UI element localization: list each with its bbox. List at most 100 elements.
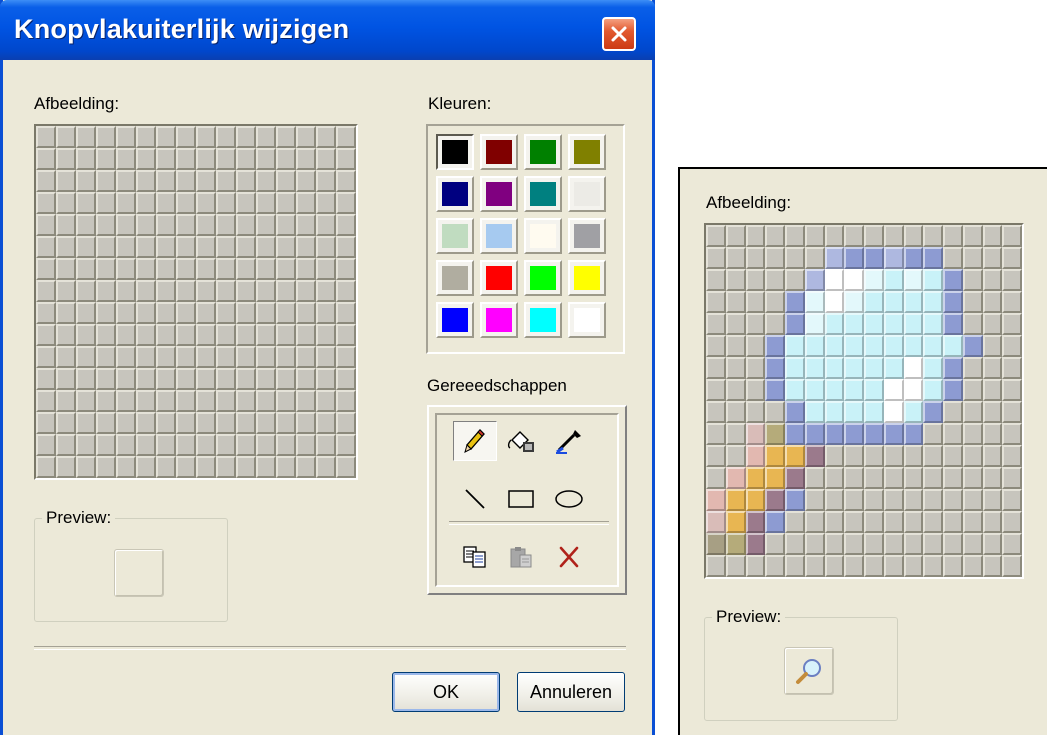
pixel-cell[interactable]: [116, 390, 136, 412]
pixel-cell[interactable]: [176, 434, 196, 456]
pixel-cell[interactable]: [116, 368, 136, 390]
pixel-cell[interactable]: [296, 368, 316, 390]
pixel-cell[interactable]: [336, 236, 356, 258]
pixel-cell[interactable]: [156, 214, 176, 236]
pixel-cell[interactable]: [296, 456, 316, 478]
pixel-cell[interactable]: [76, 434, 96, 456]
pixel-cell[interactable]: [256, 346, 276, 368]
pixel-cell[interactable]: [36, 412, 56, 434]
paste-tool[interactable]: [499, 537, 543, 577]
pixel-cell[interactable]: [96, 258, 116, 280]
pixel-cell[interactable]: [96, 192, 116, 214]
pixel-cell[interactable]: [256, 236, 276, 258]
pixel-cell[interactable]: [276, 236, 296, 258]
pixel-cell[interactable]: [36, 368, 56, 390]
pixel-cell[interactable]: [96, 280, 116, 302]
pixel-cell[interactable]: [296, 346, 316, 368]
pixel-cell[interactable]: [336, 258, 356, 280]
pixel-cell[interactable]: [316, 346, 336, 368]
pixel-cell[interactable]: [236, 258, 256, 280]
pixel-cell[interactable]: [36, 148, 56, 170]
pixel-cell[interactable]: [276, 302, 296, 324]
pixel-cell[interactable]: [316, 412, 336, 434]
pixel-cell[interactable]: [116, 280, 136, 302]
pixel-cell[interactable]: [56, 192, 76, 214]
pixel-cell[interactable]: [216, 148, 236, 170]
pixel-cell[interactable]: [236, 390, 256, 412]
pixel-cell[interactable]: [56, 258, 76, 280]
pixel-cell[interactable]: [336, 324, 356, 346]
pixel-cell[interactable]: [36, 170, 56, 192]
pixel-cell[interactable]: [36, 324, 56, 346]
pixel-cell[interactable]: [76, 324, 96, 346]
pixel-cell[interactable]: [116, 214, 136, 236]
pixel-cell[interactable]: [116, 434, 136, 456]
pixel-cell[interactable]: [236, 346, 256, 368]
pixel-cell[interactable]: [236, 324, 256, 346]
pixel-cell[interactable]: [136, 126, 156, 148]
pixel-cell[interactable]: [196, 148, 216, 170]
pixel-cell[interactable]: [196, 456, 216, 478]
pixel-cell[interactable]: [116, 302, 136, 324]
pixel-cell[interactable]: [276, 412, 296, 434]
pixel-cell[interactable]: [196, 126, 216, 148]
pixel-cell[interactable]: [276, 170, 296, 192]
pixel-cell[interactable]: [136, 214, 156, 236]
pixel-cell[interactable]: [236, 236, 256, 258]
pixel-cell[interactable]: [176, 170, 196, 192]
pixel-cell[interactable]: [336, 214, 356, 236]
pixel-cell[interactable]: [76, 412, 96, 434]
pixel-cell[interactable]: [196, 434, 216, 456]
pixel-cell[interactable]: [276, 434, 296, 456]
color-swatch[interactable]: [436, 176, 474, 212]
pixel-cell[interactable]: [236, 126, 256, 148]
pixel-cell[interactable]: [116, 236, 136, 258]
pixel-cell[interactable]: [216, 324, 236, 346]
pixel-cell[interactable]: [136, 236, 156, 258]
pixel-cell[interactable]: [196, 390, 216, 412]
pixel-cell[interactable]: [56, 434, 76, 456]
color-swatch[interactable]: [480, 134, 518, 170]
pixel-cell[interactable]: [136, 280, 156, 302]
pixel-cell[interactable]: [96, 456, 116, 478]
pixel-cell[interactable]: [96, 236, 116, 258]
pixel-cell[interactable]: [36, 192, 56, 214]
pixel-cell[interactable]: [216, 192, 236, 214]
pixel-cell[interactable]: [256, 280, 276, 302]
pixel-cell[interactable]: [96, 126, 116, 148]
pixel-cell[interactable]: [76, 346, 96, 368]
pixel-cell[interactable]: [196, 280, 216, 302]
pixel-cell[interactable]: [36, 126, 56, 148]
pixel-cell[interactable]: [176, 412, 196, 434]
pixel-cell[interactable]: [96, 302, 116, 324]
pixel-cell[interactable]: [136, 302, 156, 324]
pixel-cell[interactable]: [116, 324, 136, 346]
color-swatch[interactable]: [524, 218, 562, 254]
pixel-cell[interactable]: [76, 148, 96, 170]
pixel-cell[interactable]: [336, 346, 356, 368]
pixel-cell[interactable]: [96, 346, 116, 368]
pixel-cell[interactable]: [36, 302, 56, 324]
pixel-cell[interactable]: [256, 192, 276, 214]
pixel-cell[interactable]: [336, 456, 356, 478]
pixel-cell[interactable]: [156, 192, 176, 214]
pixel-cell[interactable]: [136, 346, 156, 368]
color-swatch[interactable]: [524, 302, 562, 338]
delete-tool[interactable]: [547, 537, 591, 577]
pixel-cell[interactable]: [176, 302, 196, 324]
pixel-cell[interactable]: [216, 390, 236, 412]
color-swatch[interactable]: [436, 134, 474, 170]
pixel-cell[interactable]: [256, 434, 276, 456]
pixel-cell[interactable]: [96, 390, 116, 412]
pixel-cell[interactable]: [36, 258, 56, 280]
pixel-cell[interactable]: [176, 214, 196, 236]
pixel-cell[interactable]: [156, 346, 176, 368]
pixel-cell[interactable]: [56, 214, 76, 236]
rectangle-tool[interactable]: [499, 479, 543, 519]
pixel-cell[interactable]: [216, 412, 236, 434]
color-swatch[interactable]: [524, 134, 562, 170]
pixel-cell[interactable]: [276, 324, 296, 346]
pixel-cell[interactable]: [256, 456, 276, 478]
pixel-cell[interactable]: [276, 456, 296, 478]
pixel-cell[interactable]: [76, 126, 96, 148]
